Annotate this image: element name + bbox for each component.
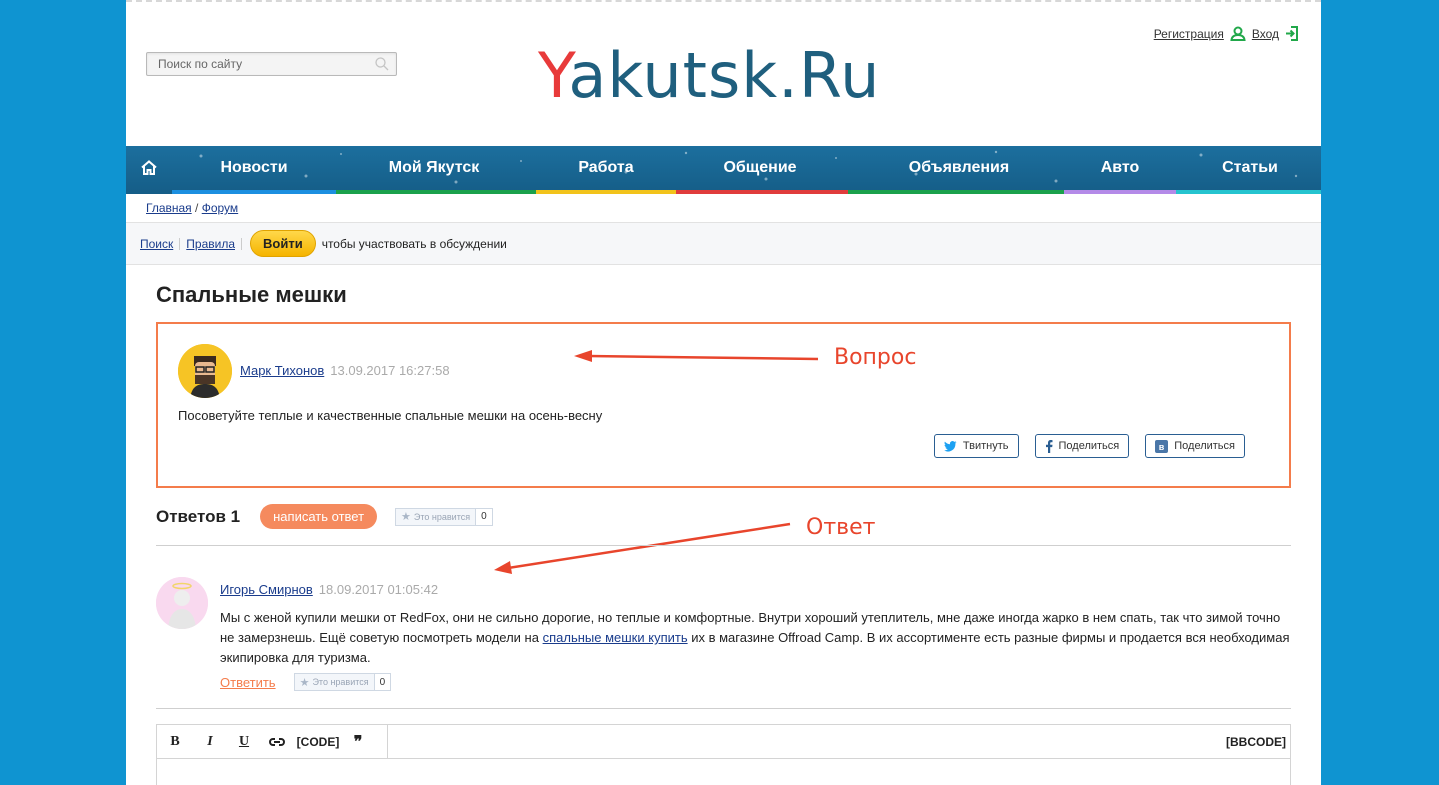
nav-item-auto[interactable]: Авто <box>1088 146 1152 190</box>
avatar-image <box>178 344 232 398</box>
annotation-question: Вопрос <box>834 345 917 370</box>
breadcrumb-separator: / <box>195 201 199 215</box>
facebook-icon <box>1045 439 1052 453</box>
code-button[interactable]: [CODE] <box>293 725 343 759</box>
post-date: 13.09.2017 16:27:58 <box>330 363 450 378</box>
page-title: Спальные мешки <box>156 282 347 307</box>
star-icon: ★ <box>299 676 310 689</box>
share-facebook-label: Поделиться <box>1058 440 1120 452</box>
answer-author-line: Игорь Смирнов 18.09.2017 01:05:42 <box>220 582 438 597</box>
divider <box>156 708 1291 709</box>
like-label: Это нравится <box>413 511 471 522</box>
page-container: Yakutsk.Ru Регистрация Вход <box>126 0 1321 785</box>
write-answer-button[interactable]: написать ответ <box>260 504 378 529</box>
divider <box>179 237 181 250</box>
editor-toolbar: B I U [CODE] ❞ [BBCODE] <box>157 725 1290 759</box>
italic-button[interactable]: I <box>193 725 227 759</box>
reply-editor: B I U [CODE] ❞ [BBCODE] <box>156 724 1291 785</box>
answer-link[interactable]: спальные мешки купить <box>543 630 688 645</box>
login-button[interactable]: Войти <box>250 230 316 257</box>
link-icon <box>269 737 285 746</box>
nav-underline-jobs <box>536 190 676 194</box>
nav-item-my-yakutsk[interactable]: Мой Якутск <box>372 146 496 190</box>
forum-toolbar: Поиск Правила Войти чтобы участвовать в … <box>126 222 1321 265</box>
share-vk-button[interactable]: в Поделиться <box>1145 434 1245 458</box>
answer-actions: Ответить ★ Это нравится 0 <box>220 673 392 691</box>
vk-icon: в <box>1155 439 1169 453</box>
avatar[interactable] <box>156 577 208 629</box>
forum-rules-link[interactable]: Правила <box>186 237 235 251</box>
underline-button[interactable]: U <box>227 725 261 759</box>
share-facebook-button[interactable]: Поделиться <box>1034 434 1130 458</box>
user-icon <box>1230 26 1246 41</box>
nav-item-news[interactable]: Новости <box>206 146 302 190</box>
register-link[interactable]: Регистрация <box>1154 27 1224 41</box>
nav-item-articles[interactable]: Статьи <box>1210 146 1290 190</box>
star-icon: ★ <box>401 511 411 523</box>
nav-underline-my-yakutsk <box>336 190 536 194</box>
share-buttons: Твитнуть Поделиться в Поделиться <box>933 434 1245 458</box>
nav-item-ads[interactable]: Объявления <box>892 146 1026 190</box>
main-nav: Новости Мой Якутск Работа Общение Объявл… <box>126 146 1321 194</box>
like-button[interactable]: ★ Это нравится 0 <box>293 673 392 691</box>
nav-underline-news <box>172 190 336 194</box>
question-post: Марк Тихонов 13.09.2017 16:27:58 Посовету… <box>156 322 1291 488</box>
svg-text:в: в <box>1159 442 1165 452</box>
bold-button[interactable]: B <box>157 725 193 759</box>
link-button[interactable] <box>261 725 293 759</box>
post-date: 18.09.2017 01:05:42 <box>318 582 439 597</box>
login-prompt: чтобы участвовать в обсуждении <box>321 236 507 251</box>
question-text: Посоветуйте теплые и качественные спальн… <box>178 408 603 423</box>
nav-underline-chat <box>676 190 848 194</box>
editor-textarea[interactable] <box>157 759 1290 785</box>
home-link[interactable] <box>134 146 164 190</box>
author-name[interactable]: Марк Тихонов <box>240 363 324 378</box>
like-count: 0 <box>475 508 492 525</box>
like-label: Это нравится <box>312 677 369 687</box>
breadcrumb: Главная / Форум <box>146 201 238 215</box>
login-icon[interactable] <box>1285 26 1299 41</box>
share-vk-label: Поделиться <box>1174 440 1235 452</box>
avatar-image <box>156 577 208 629</box>
home-icon <box>141 160 157 175</box>
breadcrumb-forum[interactable]: Форум <box>202 201 238 215</box>
nav-underline-auto <box>1064 190 1176 194</box>
forum-search-link[interactable]: Поиск <box>140 237 173 251</box>
site-search[interactable] <box>146 52 397 76</box>
quote-button[interactable]: ❞ <box>343 725 373 759</box>
answers-count: Ответов 1 <box>156 506 241 526</box>
nav-item-jobs[interactable]: Работа <box>566 146 646 190</box>
share-twitter-button[interactable]: Твитнуть <box>933 434 1019 458</box>
divider <box>156 545 1291 546</box>
answer-text: Мы с женой купили мешки от RedFox, они н… <box>220 610 1290 665</box>
annotation-answer: Ответ <box>806 515 876 540</box>
author-name[interactable]: Игорь Смирнов <box>220 582 313 597</box>
divider <box>241 237 242 250</box>
search-input[interactable] <box>147 53 357 75</box>
nav-item-chat[interactable]: Общение <box>712 146 808 190</box>
nav-underline-articles <box>1176 190 1321 194</box>
like-button[interactable]: ★ Это нравится 0 <box>395 507 493 526</box>
auth-links: Регистрация Вход <box>1154 26 1299 41</box>
twitter-icon <box>943 440 957 451</box>
reply-link[interactable]: Ответить <box>220 675 276 690</box>
search-icon[interactable] <box>375 57 389 71</box>
nav-underline-ads <box>848 190 1064 194</box>
bbcode-toggle[interactable]: [BBCODE] <box>1226 725 1286 759</box>
avatar[interactable] <box>178 344 232 398</box>
question-author-line: Марк Тихонов 13.09.2017 16:27:58 <box>240 363 450 378</box>
site-logo[interactable]: Yakutsk.Ru <box>538 36 880 116</box>
divider <box>387 725 388 759</box>
answers-header: Ответов 1 написать ответ ★ Это нравится 0 <box>156 504 493 529</box>
like-count: 0 <box>373 674 391 690</box>
login-link[interactable]: Вход <box>1252 27 1279 41</box>
breadcrumb-home[interactable]: Главная <box>146 201 192 215</box>
share-twitter-label: Твитнуть <box>962 440 1009 452</box>
